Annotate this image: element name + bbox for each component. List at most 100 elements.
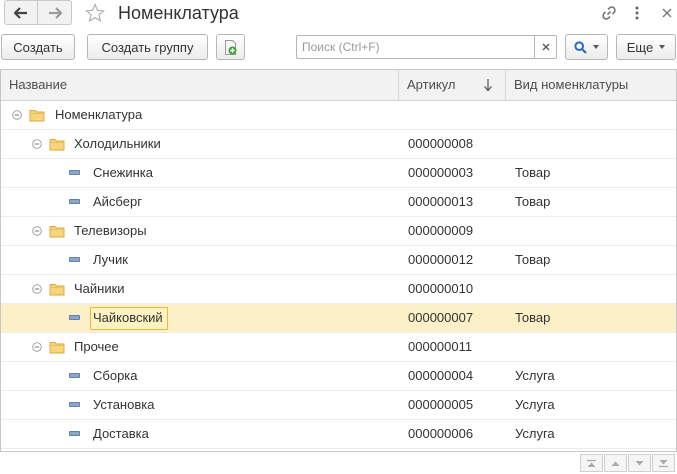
item-icon bbox=[69, 257, 80, 262]
cell-kind: Услуга bbox=[515, 397, 555, 412]
close-icon bbox=[542, 43, 549, 51]
collapse-icon[interactable] bbox=[11, 109, 23, 121]
cell-kind: Товар bbox=[515, 194, 551, 209]
table-row[interactable]: Айсберг 000000013 Товар bbox=[1, 188, 676, 217]
cell-name: Сборка bbox=[93, 368, 138, 383]
collapse-icon[interactable] bbox=[31, 225, 43, 237]
collapse-icon[interactable] bbox=[31, 138, 43, 150]
column-header-name[interactable]: Название bbox=[1, 70, 399, 100]
folder-icon bbox=[49, 282, 65, 296]
back-button[interactable] bbox=[4, 0, 38, 25]
cell-article: 000000005 bbox=[408, 397, 474, 412]
cell-name: Установка bbox=[93, 397, 155, 412]
scroll-bottom-button[interactable] bbox=[652, 454, 675, 472]
chevron-down-icon bbox=[659, 45, 666, 49]
link-icon bbox=[602, 6, 616, 20]
table-row[interactable]: Установка 000000005 Услуга bbox=[1, 391, 676, 420]
table-row-selected[interactable]: Чайковский 000000007 Товар bbox=[1, 304, 676, 333]
item-icon bbox=[69, 373, 80, 378]
link-button[interactable] bbox=[598, 2, 620, 24]
more-vertical-icon bbox=[635, 6, 639, 20]
star-icon bbox=[85, 3, 105, 23]
cell-name: Прочее bbox=[74, 339, 119, 354]
table-header: Название Артикул Вид номенклатуры bbox=[1, 70, 676, 101]
cell-article: 000000011 bbox=[408, 339, 473, 354]
create-button[interactable]: Создать bbox=[1, 34, 75, 60]
search-icon bbox=[574, 40, 587, 54]
arrow-left-icon bbox=[14, 6, 27, 19]
close-icon bbox=[662, 8, 672, 18]
cell-article: 000000004 bbox=[408, 368, 474, 383]
cell-name: Айсберг bbox=[93, 194, 142, 209]
menu-button[interactable] bbox=[626, 2, 648, 24]
item-icon bbox=[69, 402, 80, 407]
search-clear-button[interactable] bbox=[534, 35, 557, 59]
table-row[interactable]: Лучик 000000012 Товар bbox=[1, 246, 676, 275]
cell-kind: Товар bbox=[515, 310, 551, 325]
table-row[interactable]: Телевизоры 000000009 bbox=[1, 217, 676, 246]
search-input[interactable] bbox=[296, 35, 534, 59]
cell-article: 000000012 bbox=[408, 252, 474, 267]
scroll-down-button[interactable] bbox=[628, 454, 651, 472]
sort-down-icon[interactable] bbox=[482, 77, 494, 93]
arrow-right-icon bbox=[48, 6, 62, 19]
cell-kind: Товар bbox=[515, 165, 551, 180]
table-row[interactable]: Чайники 000000010 bbox=[1, 275, 676, 304]
chevron-down-icon bbox=[593, 45, 599, 49]
forward-button[interactable] bbox=[38, 0, 72, 25]
cell-kind: Услуга bbox=[515, 368, 555, 383]
cell-name: Номенклатура bbox=[55, 107, 143, 122]
scroll-up-button[interactable] bbox=[604, 454, 627, 472]
more-button[interactable]: Еще bbox=[616, 34, 676, 60]
favorite-button[interactable] bbox=[84, 2, 106, 24]
cell-name: Доставка bbox=[93, 426, 149, 441]
collapse-icon[interactable] bbox=[31, 341, 43, 353]
create-group-button[interactable]: Создать группу bbox=[87, 34, 208, 60]
scroll-top-button[interactable] bbox=[580, 454, 603, 472]
page-title: Номенклатура bbox=[118, 3, 239, 23]
arrow-up-icon bbox=[611, 461, 620, 466]
cell-name: Лучик bbox=[93, 252, 128, 267]
cell-name: Чайники bbox=[74, 281, 125, 296]
nomenclature-table: Название Артикул Вид номенклатуры Номенк… bbox=[0, 69, 677, 452]
arrow-down-icon bbox=[635, 460, 644, 465]
cell-article: 000000006 bbox=[408, 426, 474, 441]
table-row[interactable]: Сборка 000000004 Услуга bbox=[1, 362, 676, 391]
cell-article: 000000003 bbox=[408, 165, 474, 180]
table-row[interactable]: Доставка 000000006 Услуга bbox=[1, 420, 676, 449]
collapse-icon[interactable] bbox=[31, 283, 43, 295]
scroll-to-bottom-icon bbox=[659, 459, 668, 467]
item-icon bbox=[69, 170, 80, 175]
table-row[interactable]: Прочее 000000011 bbox=[1, 333, 676, 362]
cell-article: 000000009 bbox=[408, 223, 474, 238]
item-icon bbox=[69, 315, 80, 320]
folder-icon bbox=[49, 224, 65, 238]
column-header-kind[interactable]: Вид номенклатуры bbox=[506, 70, 676, 100]
cell-article: 000000008 bbox=[408, 136, 474, 151]
table-row[interactable]: Номенклатура bbox=[1, 101, 676, 130]
add-document-icon bbox=[224, 39, 236, 55]
title-bar: Номенклатура bbox=[0, 0, 677, 28]
cell-name: Чайковский bbox=[93, 310, 163, 325]
folder-icon bbox=[49, 340, 65, 354]
cell-kind: Товар bbox=[515, 252, 551, 267]
cell-article: 000000007 bbox=[408, 310, 474, 325]
cell-name: Телевизоры bbox=[74, 223, 147, 238]
cell-article: 000000013 bbox=[408, 194, 474, 209]
folder-icon bbox=[49, 137, 65, 151]
cell-article: 000000010 bbox=[408, 281, 474, 296]
cell-name: Снежинка bbox=[93, 165, 153, 180]
item-icon bbox=[69, 199, 80, 204]
search-button[interactable] bbox=[565, 34, 608, 60]
cell-name: Холодильники bbox=[74, 136, 161, 151]
close-button[interactable] bbox=[656, 2, 677, 24]
item-icon bbox=[69, 431, 80, 436]
table-row[interactable]: Снежинка 000000003 Товар bbox=[1, 159, 676, 188]
add-copy-button[interactable] bbox=[216, 34, 245, 60]
scroll-controls bbox=[580, 454, 675, 472]
more-button-label: Еще bbox=[626, 39, 654, 55]
cell-kind: Услуга bbox=[515, 426, 555, 441]
table-row[interactable]: Холодильники 000000008 bbox=[1, 130, 676, 159]
folder-icon bbox=[29, 108, 45, 122]
scroll-to-top-icon bbox=[587, 459, 596, 467]
